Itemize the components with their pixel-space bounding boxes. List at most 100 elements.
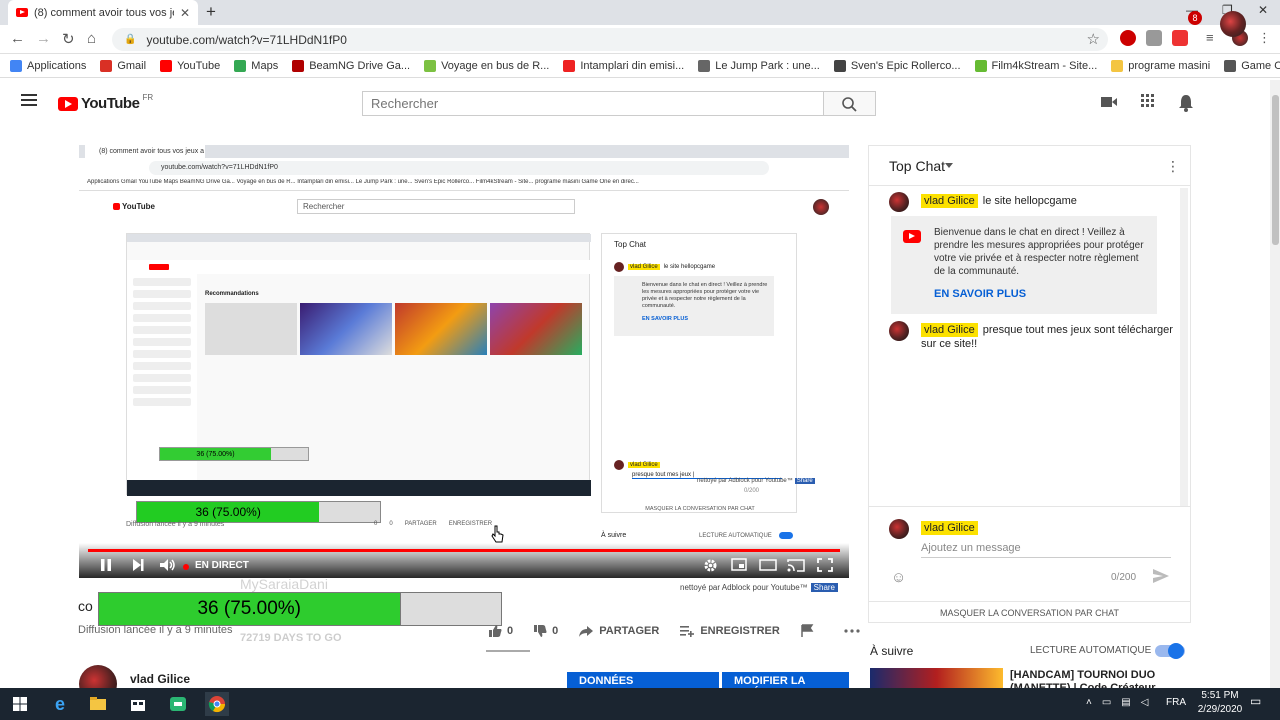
video-title: co [78,598,93,614]
save-button[interactable]: ENREGISTRER [679,624,780,638]
inner-chat-input-avatar [614,460,624,470]
search-button[interactable] [824,91,876,116]
media-control-icon[interactable]: ≡ [1206,30,1222,46]
notifications-bell-icon[interactable] [1178,94,1194,112]
chat-message-input[interactable]: Ajoutez un message [921,542,1021,554]
report-flag-icon[interactable] [800,624,814,638]
browser-menu-icon[interactable]: ⋮ [1258,30,1274,46]
youtube-logo[interactable]: YouTube FR [58,93,154,112]
learn-more-link[interactable]: EN SAVOIR PLUS [934,288,1026,300]
live-label[interactable]: EN DIRECT [195,560,249,571]
browser-tab[interactable]: (8) comment avoir tous vos jeux a ✕ [8,0,198,25]
menu-icon[interactable] [21,94,37,106]
inner-chat-input-name: vlad Gilice [614,460,660,470]
chat-author-name[interactable]: vlad Gilice [921,194,978,208]
clock-date[interactable]: 2/29/2020 [1194,704,1246,715]
tray-chevron-up-icon[interactable]: ˄ [1086,697,1092,708]
new-tab-icon[interactable]: + [206,2,216,22]
windows-start-icon[interactable] [8,692,32,716]
bookmark-favicon-icon [100,59,113,72]
fullscreen-icon[interactable] [817,558,833,572]
inner2-thumbnail [205,303,297,355]
dislike-button[interactable]: 0 [533,624,558,638]
channel-name[interactable]: vlad Gilice [130,672,190,686]
home-icon[interactable]: ⌂ [87,30,96,47]
apps-grid-icon[interactable] [1141,94,1155,108]
next-video-thumbnail[interactable] [870,668,1003,690]
chat-mode-selector[interactable]: Top Chat [889,158,945,174]
bookmark-item[interactable]: Gmail [100,59,146,72]
bookmark-item[interactable]: Le Jump Park : une... [698,59,820,72]
autoplay-toggle-knob[interactable] [1168,643,1184,659]
close-tab-icon[interactable]: ✕ [180,6,190,20]
thumbs-down-icon [534,625,547,637]
share-button[interactable]: PARTAGER [578,624,659,638]
account-avatar[interactable] [1220,11,1246,37]
cast-icon[interactable] [787,558,805,572]
bookmark-item[interactable]: Intamplari din emisi... [563,59,684,72]
video-player[interactable]: (8) comment avoir tous vos jeux a youtub… [79,145,849,578]
bookmark-item[interactable]: YouTube [160,59,220,72]
chat-more-icon[interactable]: ⋮ [1166,158,1180,175]
player-progress-bar[interactable] [88,549,840,552]
like-button[interactable]: 0 [488,624,513,638]
chevron-down-icon[interactable] [945,163,953,168]
chat-author-name[interactable]: vlad Gilice [921,323,978,337]
volume-icon[interactable] [159,558,177,572]
video-extension-icon[interactable] [1172,30,1188,46]
game-app-icon[interactable] [166,692,190,716]
inner2-sidebar-row [133,362,191,370]
next-video-icon[interactable] [131,558,145,572]
search-input[interactable] [362,91,824,116]
next-video-title[interactable]: [HANDCAM] TOURNOI DUO (MANETTE) | Code C… [1010,669,1180,688]
chat-author-avatar[interactable] [889,192,909,212]
back-icon[interactable]: ← [10,30,25,47]
scrollbar-thumb[interactable] [1272,95,1279,245]
miniplayer-icon[interactable] [731,558,747,572]
battery-icon[interactable]: ▭ [1102,697,1111,708]
bookmark-item[interactable]: Game One en direc... [1224,59,1280,72]
bookmark-star-icon[interactable]: ☆ [1087,30,1100,48]
action-center-icon[interactable]: ▭ [1250,694,1266,710]
bookmark-favicon-icon [160,59,173,72]
hide-chat-button[interactable]: MASQUER LA CONVERSATION PAR CHAT [869,601,1190,623]
file-explorer-icon[interactable] [86,692,110,716]
bookmark-item[interactable]: Applications [10,59,86,72]
inner2-sidebar-row [133,386,191,394]
speaker-icon[interactable]: ◁ [1141,697,1149,708]
chat-scrollbar[interactable] [1180,188,1188,508]
bookmark-favicon-icon [1224,59,1237,72]
bookmark-item[interactable]: Sven's Epic Rollerco... [833,59,961,72]
input-language[interactable]: FRA [1166,697,1186,708]
send-icon[interactable] [1152,568,1170,584]
pause-icon[interactable] [99,558,113,572]
extension-icon[interactable] [1120,30,1136,46]
bookmark-item[interactable]: Voyage en bus de R... [424,59,549,72]
forward-icon[interactable]: → [36,30,51,47]
chrome-icon[interactable] [205,692,229,716]
close-window-icon[interactable]: ✕ [1258,3,1268,17]
store-icon[interactable] [126,692,150,716]
share-badge[interactable]: Share [810,583,839,592]
address-bar[interactable]: 🔒 youtube.com/watch?v=71LHDdN1fP0 ☆ [112,28,1108,51]
network-icon[interactable]: ▤ [1121,697,1130,708]
inner-tab-title: (8) comment avoir tous vos jeux a [85,145,205,158]
clock-time[interactable]: 5:51 PM [1196,690,1244,701]
settings-gear-icon[interactable] [703,558,718,573]
bookmark-item[interactable]: BeamNG Drive Ga... [292,59,410,72]
bookmark-item[interactable]: programe masini [1111,59,1210,72]
more-options-icon[interactable] [844,628,860,634]
logo-region: FR [142,93,154,102]
video-actions: 0 0 PARTAGER ENREGISTRER [488,624,860,638]
lock-icon: 🔒 [124,34,137,45]
chat-message-text: le site hellopcgame [982,195,1077,207]
theater-mode-icon[interactable] [759,558,777,572]
create-video-icon[interactable] [1100,94,1118,110]
emoji-icon[interactable]: ☺ [891,569,906,586]
reload-icon[interactable]: ↻ [62,30,75,48]
cast-extension-icon[interactable] [1146,30,1162,46]
bookmark-item[interactable]: Film4kStream - Site... [974,59,1097,72]
bookmark-item[interactable]: Maps [234,59,278,72]
edge-browser-icon[interactable]: e [48,692,72,716]
chat-author-avatar[interactable] [889,321,909,341]
